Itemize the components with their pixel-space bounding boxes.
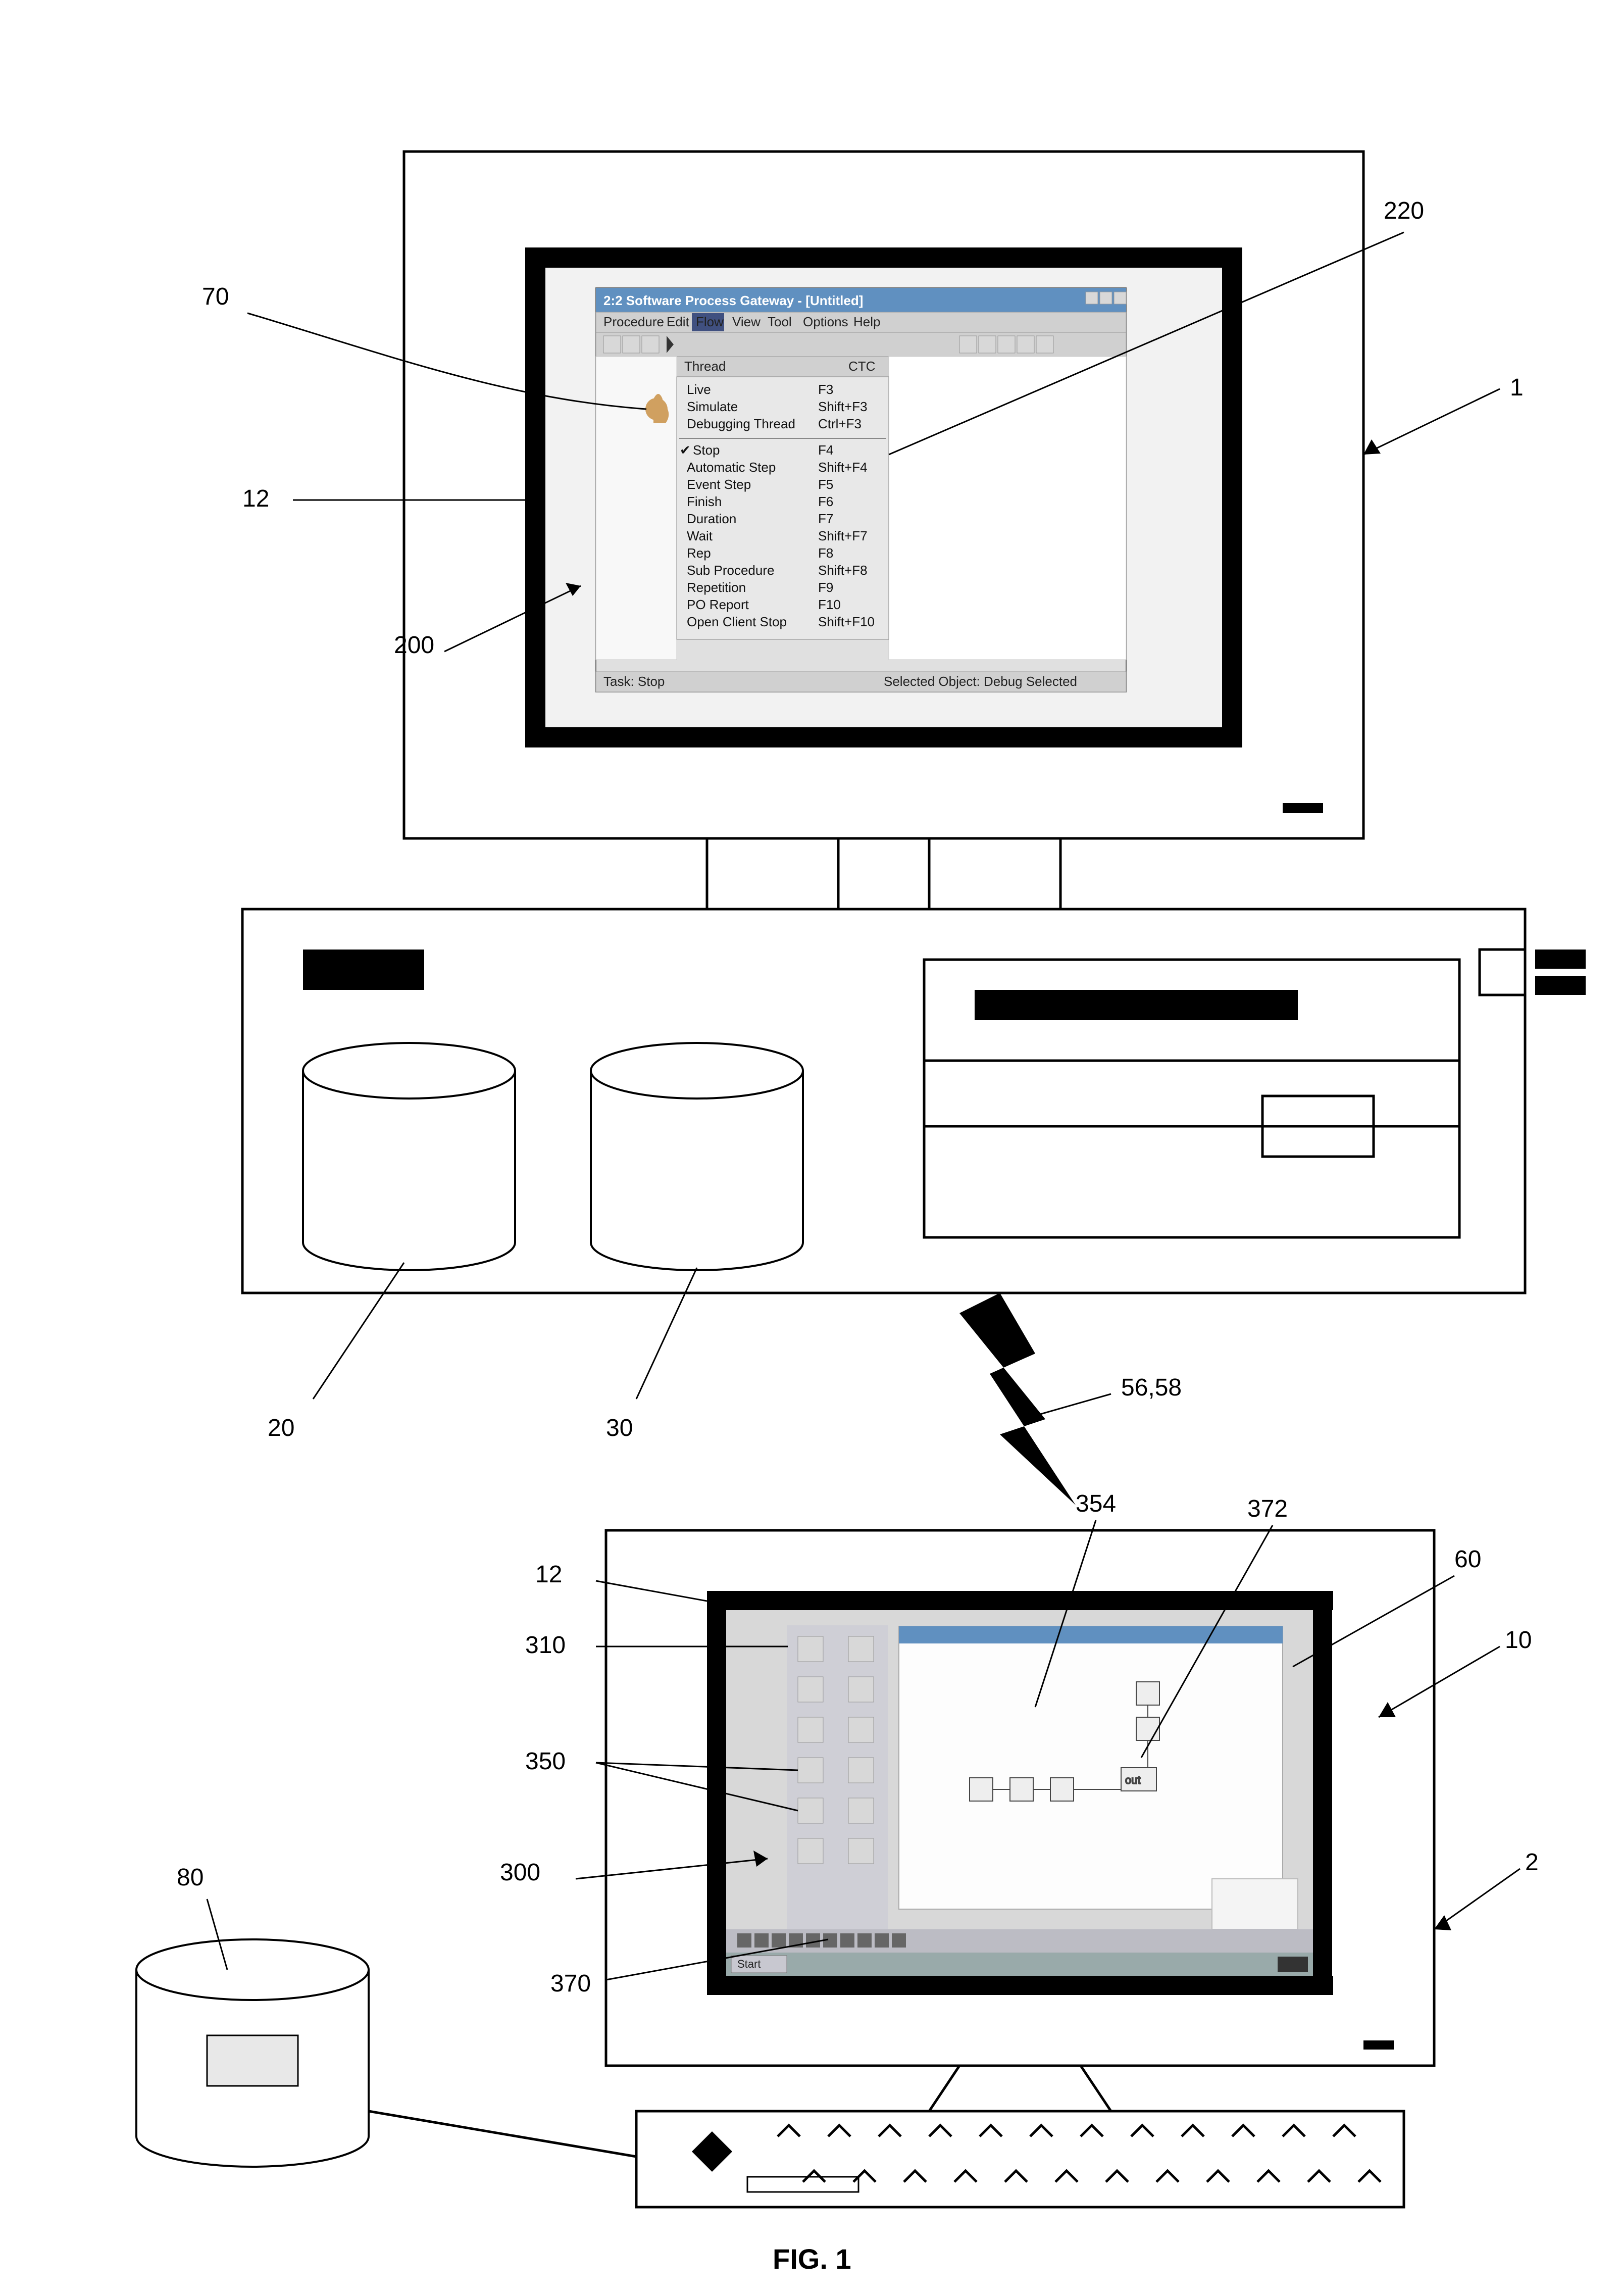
toolbar-btn-2[interactable]: [623, 336, 640, 353]
check-icon: ✔: [680, 442, 691, 458]
menu-flow[interactable]: Flow: [696, 314, 724, 329]
svg-text:Ctrl+F3: Ctrl+F3: [818, 416, 862, 431]
callout-70: 70: [202, 283, 229, 311]
menu-item-live[interactable]: Live: [687, 382, 711, 397]
toolbar-btn-r5[interactable]: [1036, 336, 1053, 353]
svg-text:F3: F3: [818, 382, 833, 397]
menu-item-repetition[interactable]: Repetition: [687, 580, 746, 595]
status-right: Selected Object: Debug Selected: [884, 674, 1077, 689]
callout-60: 60: [1454, 1545, 1481, 1573]
menu-item-sub[interactable]: Sub Procedure: [687, 563, 774, 578]
menu-item-event[interactable]: Event Step: [687, 477, 751, 492]
menu-procedure[interactable]: Procedure: [603, 314, 664, 329]
svg-text:Shift+F7: Shift+F7: [818, 528, 868, 543]
svg-text:F5: F5: [818, 477, 833, 492]
callout-2: 2: [1525, 1849, 1539, 1876]
callout-354: 354: [1076, 1490, 1116, 1518]
callout-310: 310: [525, 1631, 566, 1659]
menu-item-rep[interactable]: Rep: [687, 545, 711, 561]
menu-tool[interactable]: Tool: [768, 314, 792, 329]
desktop-icon-350b[interactable]: [848, 1758, 874, 1783]
svg-text:F10: F10: [818, 597, 841, 612]
callout-20: 20: [268, 1414, 294, 1442]
menu-item-open-client[interactable]: Open Client Stop: [687, 614, 787, 629]
menu-item-auto[interactable]: Automatic Step: [687, 460, 776, 475]
callout-30: 30: [606, 1414, 633, 1442]
callout-370: 370: [550, 1970, 591, 1998]
callout-80: 80: [177, 1864, 204, 1891]
svg-text:F7: F7: [818, 511, 833, 526]
taskbar[interactable]: [726, 1953, 1313, 1976]
menu-item-debug[interactable]: Debugging Thread: [687, 416, 795, 431]
figure-label: FIG. 1: [773, 2242, 851, 2275]
svg-text:F9: F9: [818, 580, 833, 595]
callout-350: 350: [525, 1748, 566, 1775]
callout-12a: 12: [242, 485, 269, 513]
toolbar-btn-1[interactable]: [603, 336, 621, 353]
callout-56-58: 56,58: [1121, 1374, 1182, 1402]
toolbar-btn-r4[interactable]: [1017, 336, 1034, 353]
logo-icon: [692, 2131, 732, 2172]
svg-text:F8: F8: [818, 545, 833, 561]
svg-text:F6: F6: [818, 494, 833, 509]
menu-item-po[interactable]: PO Report: [687, 597, 749, 612]
callout-10: 10: [1505, 1626, 1532, 1654]
keyboard-keys: [778, 2125, 1381, 2182]
svg-text:Shift+F3: Shift+F3: [818, 399, 868, 414]
toolbar-btn-r3[interactable]: [998, 336, 1015, 353]
menu-view[interactable]: View: [732, 314, 761, 329]
open-menu-header-sc: CTC: [848, 359, 875, 374]
menu-help[interactable]: Help: [853, 314, 880, 329]
menu-item-duration[interactable]: Duration: [687, 511, 736, 526]
desktop-icons: [787, 1625, 888, 1938]
svg-text:Start: Start: [737, 1958, 761, 1970]
svg-text:Shift+F4: Shift+F4: [818, 460, 868, 475]
svg-text:F4: F4: [818, 442, 833, 458]
svg-text:Shift+F10: Shift+F10: [818, 614, 875, 629]
callout-12b: 12: [535, 1561, 562, 1588]
lightning-icon: [959, 1293, 1076, 1505]
upper-window-title: 2:2 Software Process Gateway - [Untitled…: [603, 293, 863, 308]
toolbar-btn-r2[interactable]: [979, 336, 996, 353]
toolbar-btn-r1[interactable]: [959, 336, 977, 353]
app-window[interactable]: [899, 1626, 1283, 1909]
open-menu-header: Thread: [684, 359, 726, 374]
menu-edit[interactable]: Edit: [667, 314, 690, 329]
menu-item-wait[interactable]: Wait: [687, 528, 713, 543]
minimize-icon[interactable]: [1086, 292, 1098, 304]
menu-item-stop[interactable]: Stop: [693, 442, 720, 458]
desktop-icon-350c[interactable]: [798, 1798, 823, 1823]
svg-text:Shift+F8: Shift+F8: [818, 563, 868, 578]
status-left: Task: Stop: [603, 674, 665, 689]
toolbar-btn-3[interactable]: [642, 336, 659, 353]
callout-1: 1: [1510, 374, 1524, 402]
menu-options[interactable]: Options: [803, 314, 848, 329]
callout-372: 372: [1247, 1495, 1288, 1523]
maximize-icon[interactable]: [1100, 292, 1112, 304]
close-icon[interactable]: [1114, 292, 1126, 304]
callout-220: 220: [1384, 197, 1424, 225]
callout-200: 200: [394, 631, 434, 659]
callout-300: 300: [500, 1859, 540, 1886]
svg-text:out: out: [1125, 1774, 1141, 1786]
menu-item-simulate[interactable]: Simulate: [687, 399, 738, 414]
desktop-icon-350a[interactable]: [798, 1758, 823, 1783]
desktop-icon-350d[interactable]: [848, 1798, 874, 1823]
menu-item-finish[interactable]: Finish: [687, 494, 722, 509]
